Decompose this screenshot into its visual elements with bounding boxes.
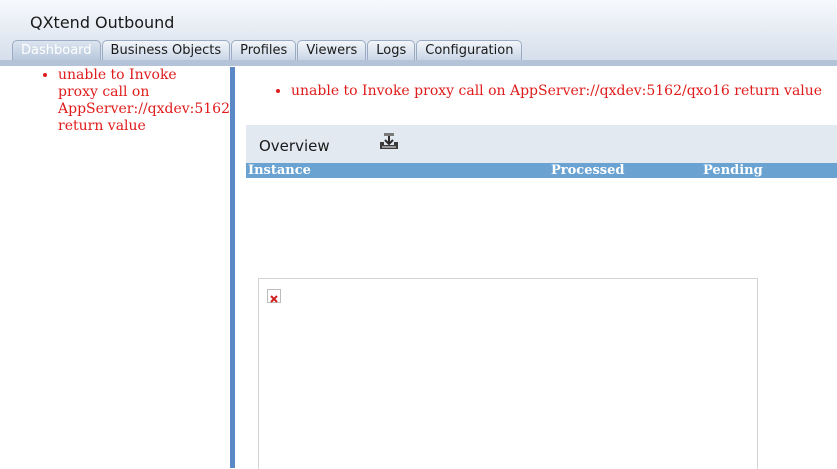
overview-table-header: Instance Processed Pending (246, 163, 837, 178)
tab-bar: Dashboard Business Objects Profiles View… (12, 40, 523, 60)
column-header-pending[interactable]: Pending (703, 163, 763, 178)
broken-image-icon (267, 289, 281, 303)
app-header: QXtend Outbound Dashboard Business Objec… (0, 0, 837, 60)
tab-viewers[interactable]: Viewers (297, 40, 367, 60)
tab-business-objects[interactable]: Business Objects (101, 40, 231, 60)
main-error-list: unable to Invoke proxy call on AppServer… (235, 83, 822, 99)
main-error-message: unable to Invoke proxy call on AppServer… (291, 83, 822, 99)
tab-configuration[interactable]: Configuration (416, 40, 523, 60)
overview-bar: Overview (246, 125, 837, 163)
sidebar-error-message: unable to Invoke proxy call on AppServer… (58, 67, 230, 135)
sidebar: unable to Invoke proxy call on AppServer… (14, 67, 230, 468)
tab-profiles[interactable]: Profiles (231, 40, 297, 60)
content-panel (258, 278, 758, 469)
download-tray-icon[interactable] (378, 131, 400, 151)
overview-title: Overview (259, 137, 330, 155)
main-content: unable to Invoke proxy call on AppServer… (235, 67, 837, 469)
sidebar-error-list: unable to Invoke proxy call on AppServer… (14, 67, 230, 135)
header-divider (0, 60, 837, 66)
tab-logs[interactable]: Logs (367, 40, 416, 60)
tab-dashboard[interactable]: Dashboard (12, 40, 101, 60)
app-title: QXtend Outbound (30, 13, 175, 32)
column-header-instance[interactable]: Instance (248, 163, 311, 178)
column-header-processed[interactable]: Processed (551, 163, 624, 178)
